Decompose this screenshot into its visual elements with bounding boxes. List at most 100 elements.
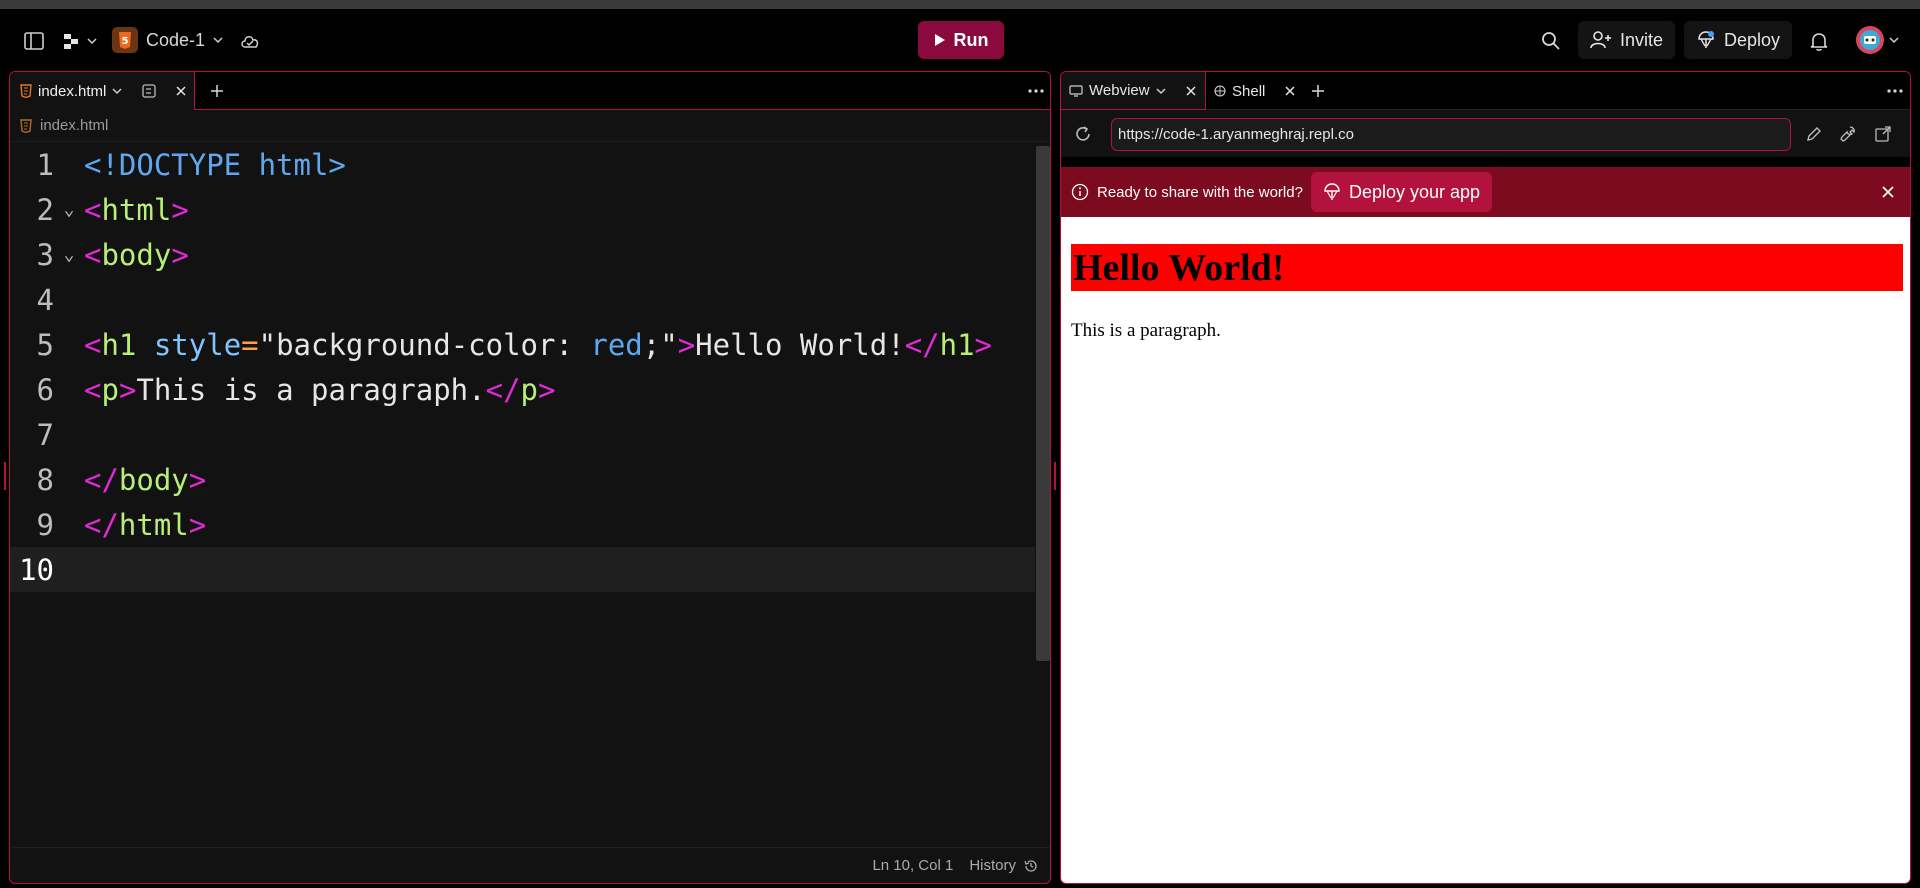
editor-scrollbar[interactable]	[1036, 146, 1050, 661]
code-line: 2 ⌄ <html>	[10, 187, 1035, 232]
chevron-down-icon	[213, 36, 223, 44]
info-icon	[1071, 183, 1089, 201]
add-tab-icon[interactable]	[1309, 82, 1327, 100]
workspace-menu[interactable]	[62, 29, 98, 53]
tab-webview[interactable]: Webview	[1061, 72, 1206, 110]
deploy-button[interactable]: Deploy	[1684, 21, 1793, 59]
invite-label: Invite	[1620, 29, 1664, 50]
workspace-icon	[63, 32, 81, 50]
search-icon[interactable]	[1538, 28, 1564, 54]
rendered-page: Hello World! This is a paragraph.	[1061, 217, 1910, 883]
more-options-icon[interactable]	[1026, 82, 1046, 100]
tab-shell[interactable]: Shell	[1206, 72, 1301, 110]
line-number: 4	[36, 282, 54, 317]
html5-file-icon	[20, 84, 32, 98]
code-area[interactable]: 1 <!DOCTYPE html> 2 ⌄ <html> 3 ⌄ <body> …	[10, 142, 1035, 592]
code-line: 6 <p>This is a paragraph.</p>	[10, 367, 1035, 412]
invite-button[interactable]: Invite	[1578, 21, 1676, 59]
line-content: </html>	[84, 507, 207, 542]
split-view-icon[interactable]	[142, 84, 157, 98]
run-button[interactable]: Run	[918, 21, 1004, 59]
line-number: 1	[36, 147, 54, 182]
line-content: <html>	[84, 192, 189, 227]
close-icon[interactable]	[176, 86, 186, 96]
fold-chevron-icon[interactable]: ⌄	[54, 244, 84, 265]
line-number: 8	[36, 462, 54, 497]
repl-name-menu[interactable]: 5 Code-1	[112, 25, 223, 55]
pane-resize-handle[interactable]	[1054, 462, 1056, 490]
user-menu[interactable]	[1852, 24, 1902, 56]
line-content: </body>	[84, 462, 207, 497]
svg-text:5: 5	[122, 36, 129, 47]
url-input[interactable]: https://code-1.aryanmeghraj.repl.co	[1111, 118, 1791, 151]
editor-tab-bar: index.html	[10, 72, 1050, 110]
webview-pane: Webview Shell https://code-1.aryanmeghra…	[1060, 71, 1911, 884]
deploy-label: Deploy	[1724, 29, 1781, 50]
doctype-token: <!DOCTYPE html>	[84, 147, 346, 182]
line-number: 10	[19, 552, 54, 587]
edit-pencil-icon[interactable]	[1804, 124, 1824, 144]
cursor-position[interactable]: Ln 10, Col 1	[872, 857, 953, 874]
close-icon[interactable]	[1186, 85, 1196, 96]
line-number: 9	[36, 507, 54, 542]
code-line: 7	[10, 412, 1035, 457]
add-user-icon	[1590, 30, 1612, 50]
chevron-down-icon[interactable]	[112, 87, 122, 95]
close-icon[interactable]	[1285, 86, 1295, 96]
add-tab-icon[interactable]	[208, 82, 226, 100]
line-content: <h1 style="background-color: red;">Hello…	[84, 327, 992, 362]
breadcrumb: index.html	[10, 110, 1050, 142]
deploy-icon	[1323, 183, 1341, 201]
tab-label: index.html	[38, 82, 107, 100]
sidebar-toggle-icon[interactable]	[22, 29, 46, 53]
cloud-sync-icon[interactable]	[238, 29, 262, 53]
deploy-your-app-label: Deploy your app	[1348, 181, 1481, 202]
monitor-icon	[1069, 84, 1083, 97]
html5-file-icon	[20, 118, 32, 133]
banner-text: Ready to share with the world?	[1097, 183, 1303, 201]
line-number: 6	[36, 372, 54, 407]
history-button[interactable]: History	[969, 857, 1038, 874]
close-banner-icon[interactable]	[1879, 183, 1897, 201]
code-line: 3 ⌄ <body>	[10, 232, 1035, 277]
refresh-icon[interactable]	[1073, 124, 1093, 144]
line-number: 2	[36, 192, 54, 227]
history-label: History	[969, 857, 1016, 874]
deploy-icon	[1696, 30, 1716, 50]
code-line: 8 </body>	[10, 457, 1035, 502]
more-options-icon[interactable]	[1885, 82, 1905, 100]
run-label: Run	[953, 29, 989, 50]
window-top-strip	[0, 0, 1920, 9]
code-line-current: 10	[10, 547, 1035, 592]
tab-shell-label: Shell	[1232, 82, 1266, 100]
history-icon	[1024, 859, 1038, 873]
play-icon	[934, 33, 946, 47]
page-heading: Hello World!	[1071, 244, 1903, 291]
devtools-wrench-icon[interactable]	[1838, 124, 1858, 144]
open-new-tab-icon[interactable]	[1873, 124, 1893, 144]
code-line: 9 </html>	[10, 502, 1035, 547]
deploy-banner: Ready to share with the world? Deploy yo…	[1061, 167, 1910, 217]
fold-chevron-icon[interactable]: ⌄	[54, 199, 84, 220]
line-number: 3	[36, 237, 54, 272]
chevron-down-icon	[1889, 36, 1899, 44]
left-resize-handle[interactable]	[4, 462, 6, 490]
deploy-your-app-button[interactable]: Deploy your app	[1310, 172, 1493, 212]
code-line: 4	[10, 277, 1035, 322]
shell-icon	[1214, 85, 1226, 97]
notifications-bell-icon[interactable]	[1806, 28, 1832, 54]
page-paragraph: This is a paragraph.	[1071, 320, 1221, 341]
code-editor-pane: index.html index.html 1 <!DOCTYPE html> …	[9, 71, 1051, 884]
repl-name: Code-1	[146, 29, 206, 50]
avatar	[1855, 25, 1885, 55]
chevron-down-icon[interactable]	[1156, 87, 1166, 95]
top-header: 5 Code-1 Run Invite Deploy	[0, 9, 1920, 71]
line-content: <p>This is a paragraph.</p>	[84, 372, 556, 407]
breadcrumb-file[interactable]: index.html	[40, 117, 108, 134]
code-line: 1 <!DOCTYPE html>	[10, 142, 1035, 187]
tab-webview-label: Webview	[1089, 82, 1150, 99]
code-line: 5 <h1 style="background-color: red;">Hel…	[10, 322, 1035, 367]
webview-tab-bar: Webview Shell	[1061, 72, 1910, 110]
tab-index-html[interactable]: index.html	[10, 72, 195, 110]
line-number: 7	[36, 417, 54, 452]
